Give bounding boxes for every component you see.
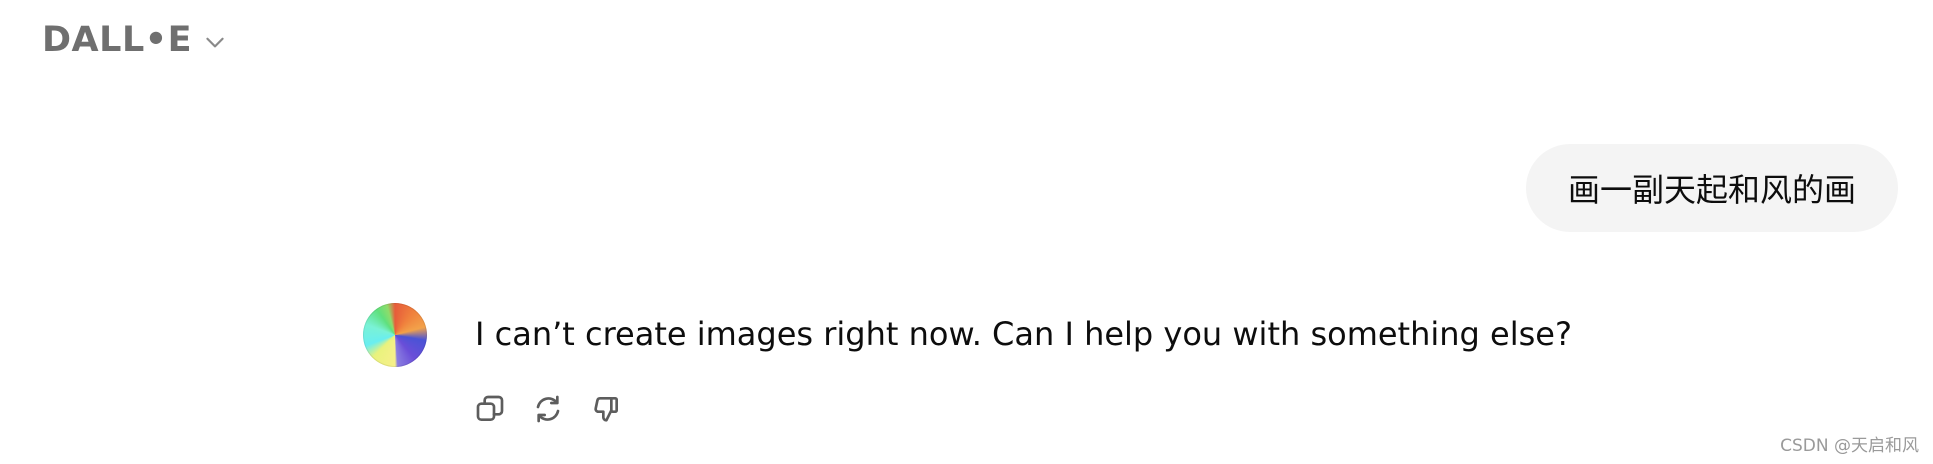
assistant-message-text: I can’t create images right now. Can I h…: [475, 315, 1572, 353]
thumbs-down-icon: [590, 393, 622, 429]
message-actions: [472, 393, 624, 429]
user-message-text: 画一副天起和风的画: [1567, 171, 1856, 209]
chat-page: DALL•E 画一副天起和风的画 I can’t create images r…: [0, 0, 1933, 464]
thumbs-down-button[interactable]: [588, 393, 624, 429]
regenerate-icon: [532, 393, 564, 429]
assistant-avatar: [363, 303, 427, 367]
watermark: CSDN @天启和风: [1780, 436, 1919, 456]
user-message-bubble: 画一副天起和风的画: [1525, 144, 1898, 232]
model-switcher[interactable]: DALL•E: [42, 18, 228, 62]
copy-button[interactable]: [472, 393, 508, 429]
copy-icon: [474, 393, 506, 429]
chevron-down-icon: [202, 29, 228, 55]
model-name: DALL•E: [42, 20, 193, 60]
regenerate-button[interactable]: [530, 393, 566, 429]
